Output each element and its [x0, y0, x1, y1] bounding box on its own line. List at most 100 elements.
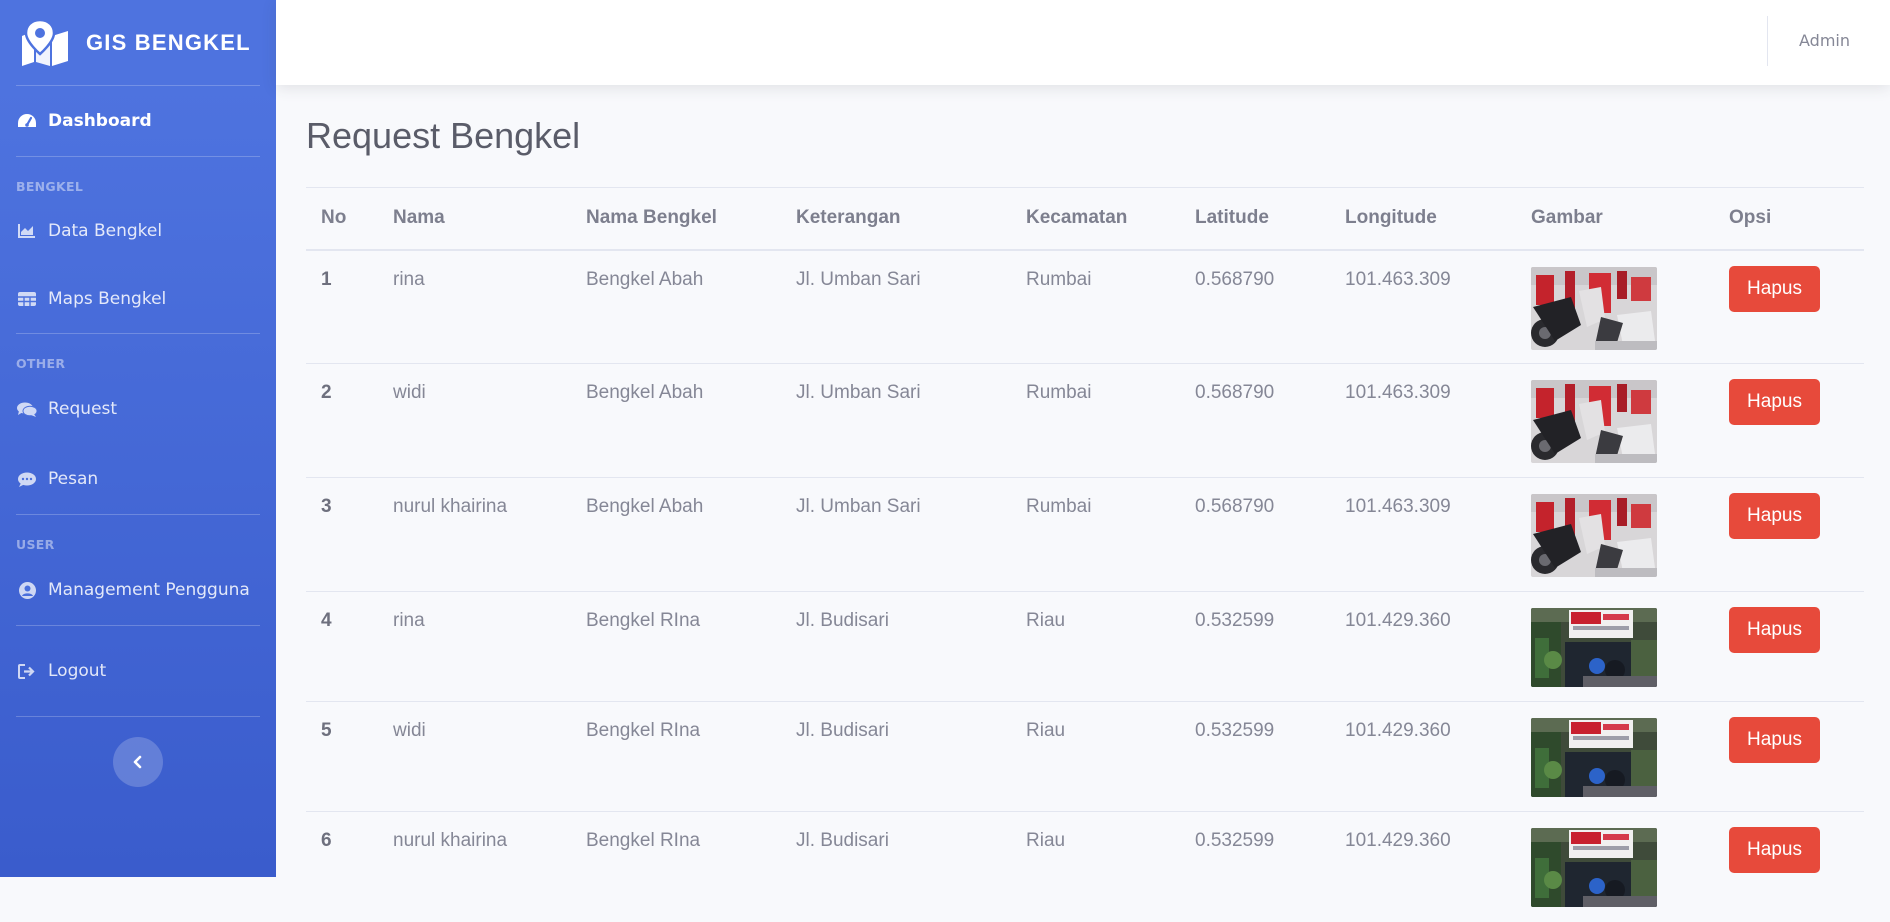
column-header: Keterangan: [781, 187, 1011, 251]
table-row: 1 rina Bengkel Abah Jl. Umban Sari Rumba…: [306, 249, 1864, 364]
cell-latitude: 0.568790: [1180, 477, 1330, 592]
tachometer-icon: [16, 112, 38, 130]
sidebar-item-maps-bengkel[interactable]: Maps Bengkel: [0, 265, 276, 333]
cell-latitude: 0.532599: [1180, 701, 1330, 812]
sidebar-toggle-button[interactable]: [113, 737, 163, 787]
cell-nama: rina: [378, 591, 571, 702]
cell-no: 1: [306, 249, 378, 364]
request-table: No Nama Nama Bengkel Keterangan Kecamata…: [306, 187, 1864, 922]
sidebar-item-logout[interactable]: Logout: [0, 626, 276, 716]
cell-nama-bengkel: Bengkel Abah: [571, 363, 781, 478]
cell-nama: widi: [378, 701, 571, 812]
cell-keterangan: Jl. Umban Sari: [781, 249, 1011, 364]
cell-gambar: [1516, 249, 1714, 364]
cell-nama: nurul khairina: [378, 811, 571, 922]
hapus-button[interactable]: Hapus: [1729, 265, 1820, 312]
table-row: 3 nurul khairina Bengkel Abah Jl. Umban …: [306, 477, 1864, 592]
bengkel-photo[interactable]: [1531, 494, 1657, 577]
cell-gambar: [1516, 701, 1714, 812]
chevron-left-icon: [133, 755, 142, 769]
cell-longitude: 101.463.309: [1330, 249, 1516, 364]
cell-nama: widi: [378, 363, 571, 478]
hapus-button[interactable]: Hapus: [1729, 493, 1820, 539]
cell-nama-bengkel: Bengkel RIna: [571, 591, 781, 702]
bengkel-photo[interactable]: [1531, 608, 1657, 687]
cell-keterangan: Jl. Budisari: [781, 701, 1011, 812]
sidebar-item-label: Data Bengkel: [48, 221, 163, 241]
sidebar-item-dashboard[interactable]: Dashboard: [0, 86, 276, 156]
cell-keterangan: Jl. Budisari: [781, 811, 1011, 922]
table-row: 2 widi Bengkel Abah Jl. Umban Sari Rumba…: [306, 363, 1864, 478]
cell-gambar: [1516, 363, 1714, 478]
sidebar-heading-bengkel: BENGKEL: [16, 179, 84, 194]
bengkel-photo[interactable]: [1531, 828, 1657, 907]
sidebar: GIS BENGKEL Dashboard BENGKEL Data Bengk…: [0, 0, 276, 877]
cell-longitude: 101.463.309: [1330, 477, 1516, 592]
hapus-button[interactable]: Hapus: [1729, 607, 1820, 653]
cell-kecamatan: Riau: [1011, 701, 1180, 812]
bengkel-photo[interactable]: [1531, 718, 1657, 797]
sidebar-item-label: Logout: [48, 661, 107, 681]
user-circle-icon: [16, 581, 38, 599]
hapus-button[interactable]: Hapus: [1729, 379, 1820, 425]
cell-opsi: Hapus: [1714, 363, 1864, 478]
column-header: No: [306, 187, 378, 251]
sidebar-toggle-wrap: [0, 717, 276, 787]
topbar-divider: [1767, 16, 1768, 66]
cell-kecamatan: Rumbai: [1011, 477, 1180, 592]
cell-no: 3: [306, 477, 378, 592]
column-header: Opsi: [1714, 187, 1864, 251]
brand[interactable]: GIS BENGKEL: [0, 0, 276, 85]
bengkel-photo[interactable]: [1531, 267, 1657, 350]
cell-latitude: 0.532599: [1180, 811, 1330, 922]
comment-dots-icon: [16, 470, 38, 488]
cell-longitude: 101.463.309: [1330, 363, 1516, 478]
cell-no: 5: [306, 701, 378, 812]
sidebar-item-label: Management Pengguna: [48, 580, 250, 600]
cell-opsi: Hapus: [1714, 591, 1864, 702]
sidebar-item-label: Maps Bengkel: [48, 289, 167, 309]
hapus-button[interactable]: Hapus: [1729, 827, 1820, 873]
cell-opsi: Hapus: [1714, 811, 1864, 922]
sidebar-heading-other: OTHER: [16, 356, 66, 371]
cell-latitude: 0.532599: [1180, 591, 1330, 702]
cell-nama: rina: [378, 249, 571, 364]
cell-keterangan: Jl. Umban Sari: [781, 477, 1011, 592]
comments-icon: [16, 400, 38, 418]
hapus-button[interactable]: Hapus: [1729, 717, 1820, 763]
page-title: Request Bengkel: [306, 115, 581, 156]
column-header: Nama: [378, 187, 571, 251]
topbar: Admin: [276, 0, 1890, 85]
sidebar-item-data-bengkel[interactable]: Data Bengkel: [0, 197, 276, 265]
sidebar-heading-user: USER: [16, 537, 55, 552]
main-content: Request Bengkel No Nama Nama Bengkel Ket…: [306, 85, 1864, 922]
table-row: 5 widi Bengkel RIna Jl. Budisari Riau 0.…: [306, 701, 1864, 812]
column-header: Kecamatan: [1011, 187, 1180, 251]
cell-latitude: 0.568790: [1180, 363, 1330, 478]
cell-nama-bengkel: Bengkel RIna: [571, 811, 781, 922]
table-row: 4 rina Bengkel RIna Jl. Budisari Riau 0.…: [306, 591, 1864, 702]
chart-area-icon: [16, 222, 38, 240]
sidebar-item-management-pengguna[interactable]: Management Pengguna: [0, 555, 276, 625]
cell-opsi: Hapus: [1714, 477, 1864, 592]
map-marker-icon: [22, 19, 68, 66]
column-header: Latitude: [1180, 187, 1330, 251]
sidebar-item-pesan[interactable]: Pesan: [0, 444, 276, 514]
cell-no: 2: [306, 363, 378, 478]
cell-nama-bengkel: Bengkel Abah: [571, 249, 781, 364]
cell-gambar: [1516, 591, 1714, 702]
sidebar-item-request[interactable]: Request: [0, 374, 276, 444]
cell-keterangan: Jl. Umban Sari: [781, 363, 1011, 478]
sidebar-item-label: Pesan: [48, 469, 99, 489]
bengkel-photo[interactable]: [1531, 380, 1657, 463]
cell-kecamatan: Riau: [1011, 811, 1180, 922]
cell-kecamatan: Riau: [1011, 591, 1180, 702]
cell-kecamatan: Rumbai: [1011, 249, 1180, 364]
sidebar-item-label: Request: [48, 399, 118, 419]
cell-opsi: Hapus: [1714, 249, 1864, 364]
user-menu[interactable]: Admin: [1799, 31, 1850, 50]
cell-gambar: [1516, 811, 1714, 922]
cell-longitude: 101.429.360: [1330, 591, 1516, 702]
sidebar-item-label: Dashboard: [48, 111, 152, 131]
cell-longitude: 101.429.360: [1330, 701, 1516, 812]
